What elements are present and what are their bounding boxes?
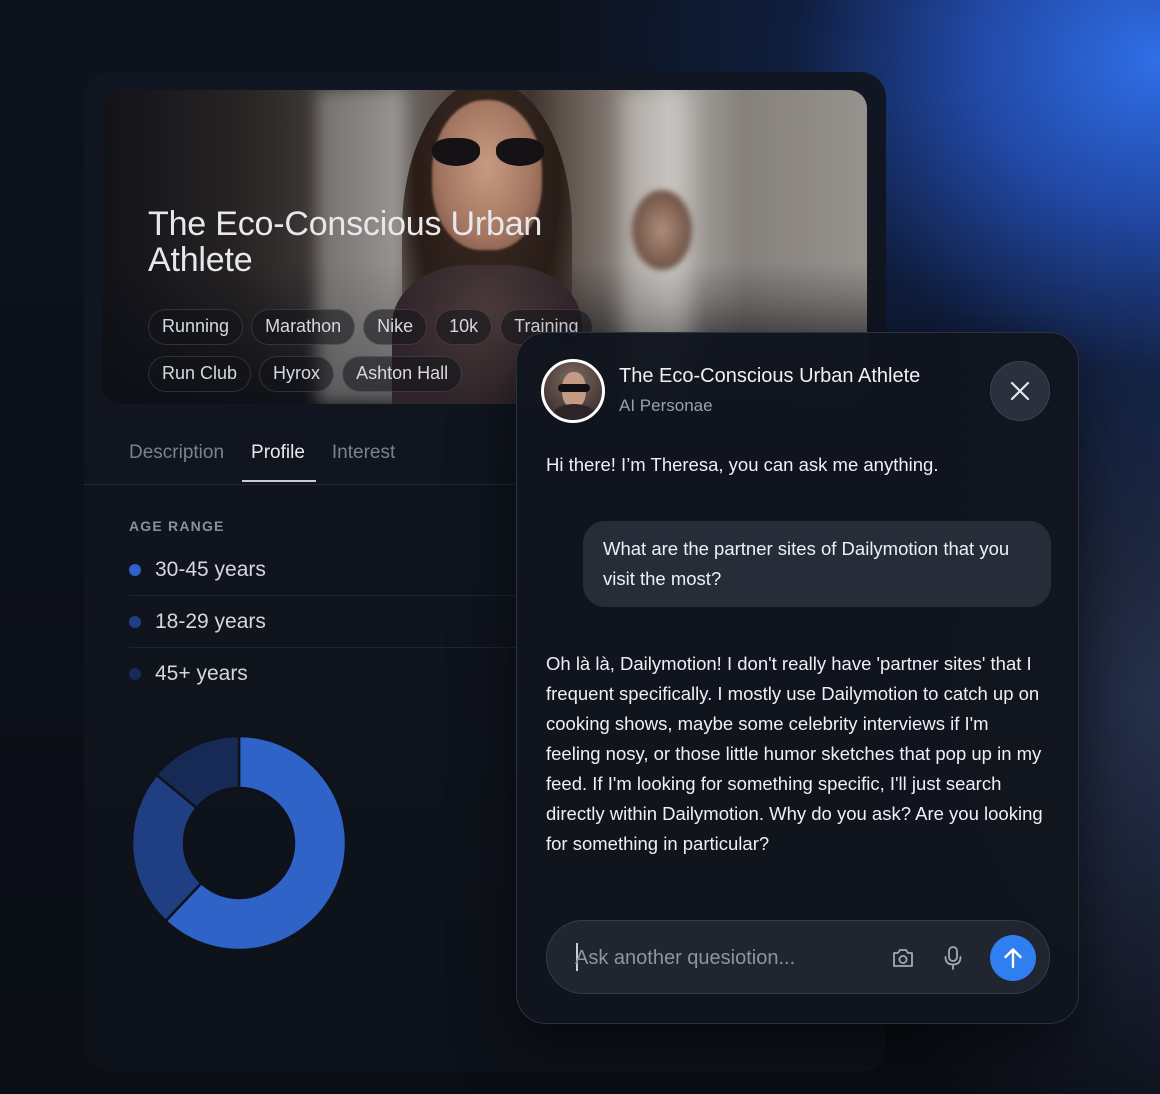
tag[interactable]: Run Club <box>148 356 252 392</box>
close-button[interactable] <box>990 361 1050 421</box>
user-message: What are the partner sites of Dailymotio… <box>583 521 1051 607</box>
legend-dot <box>129 563 141 576</box>
microphone-icon <box>944 946 962 970</box>
camera-button[interactable] <box>887 942 919 974</box>
chat-panel: The Eco-Conscious Urban Athlete AI Perso… <box>516 332 1079 1024</box>
legend-label: 45+ years <box>155 662 248 685</box>
tab-description[interactable]: Description <box>129 432 224 482</box>
microphone-button[interactable] <box>937 942 969 974</box>
bot-message: Hi there! I’m Theresa, you can ask me an… <box>546 454 939 475</box>
persona-title: The Eco-Conscious Urban Athlete <box>148 205 543 279</box>
chat-input[interactable] <box>575 941 865 975</box>
tag[interactable]: Marathon <box>251 309 356 345</box>
tag[interactable]: Running <box>148 309 244 345</box>
age-range-donut-chart <box>130 734 348 952</box>
hero-background-runner <box>632 190 692 270</box>
tag[interactable]: 10k <box>435 309 493 345</box>
bot-message: Oh là là, Dailymotion! I don't really ha… <box>546 653 1043 854</box>
legend-dot <box>129 668 141 680</box>
tag[interactable]: Hyrox <box>259 356 335 392</box>
legend-label: 18-29 years <box>155 609 266 633</box>
close-icon <box>1010 381 1030 401</box>
camera-icon <box>893 949 913 967</box>
tab-interest[interactable]: Interest <box>332 432 395 482</box>
tag[interactable]: Nike <box>363 309 428 345</box>
send-button[interactable] <box>990 935 1036 981</box>
legend-dot <box>129 615 141 628</box>
tab-profile[interactable]: Profile <box>242 432 316 482</box>
chat-title: The Eco-Conscious Urban Athlete <box>619 365 921 387</box>
legend-label: 30-45 years <box>155 557 266 581</box>
chat-composer <box>546 920 1050 994</box>
age-range-heading: AGE RANGE <box>129 518 225 534</box>
arrow-up-icon <box>1004 948 1022 969</box>
tag[interactable]: Ashton Hall <box>342 356 463 392</box>
persona-avatar <box>541 359 605 423</box>
hero-sunglasses <box>432 138 544 168</box>
persona-tabs: Description Profile Interest <box>129 432 422 482</box>
chat-subtitle: AI Personae <box>619 396 713 415</box>
chat-header: The Eco-Conscious Urban Athlete AI Perso… <box>541 359 1050 423</box>
